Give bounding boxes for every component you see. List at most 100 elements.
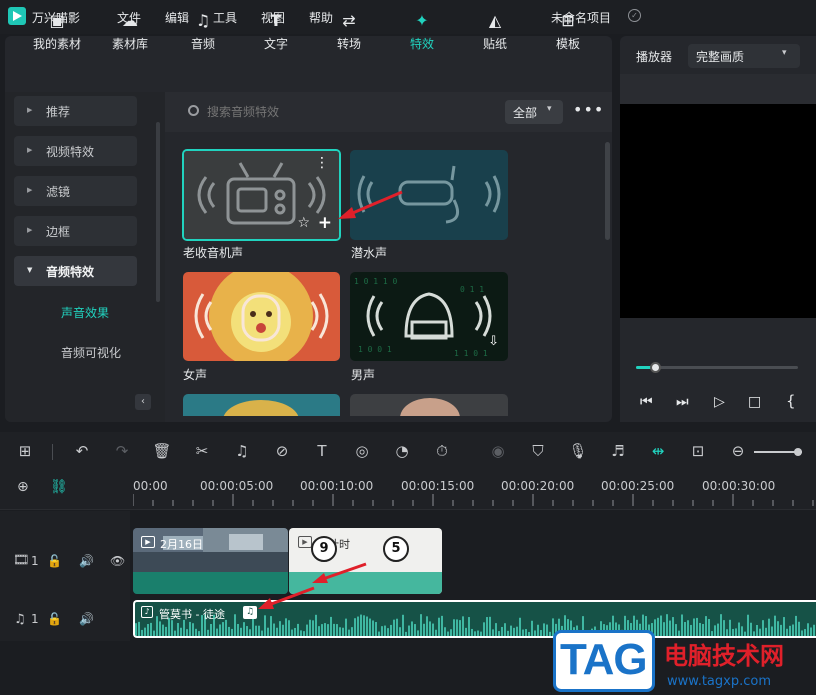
tick-label: 00:00 (133, 479, 168, 493)
link-icon[interactable]: ⛓ (50, 479, 68, 495)
play-icon[interactable]: ▷ (714, 394, 725, 410)
video-track-icon: 🎞 (13, 553, 30, 568)
mark-in-icon[interactable]: { (786, 392, 796, 410)
tab-my-media[interactable]: ▣ 我的素材 (26, 10, 88, 51)
zoom-slider-handle[interactable] (794, 448, 802, 456)
add-icon[interactable]: + (318, 213, 332, 233)
wave-bar (444, 627, 446, 636)
add-track-icon[interactable]: ⊕ (17, 479, 29, 495)
volume-icon[interactable]: 🔊 (79, 554, 94, 568)
timer-icon[interactable]: ◔ (392, 442, 412, 460)
wave-bar (150, 622, 152, 636)
render-icon[interactable]: ◉ (488, 442, 508, 460)
search-input[interactable] (207, 100, 457, 124)
scissors-icon[interactable]: ✂ (192, 442, 212, 460)
wave-bar (549, 631, 551, 636)
stopwatch-icon[interactable]: ⏱ (432, 442, 452, 460)
speed-icon[interactable]: ◎ (352, 442, 372, 460)
wave-bar (450, 629, 452, 636)
wave-bar (720, 614, 722, 636)
quality-dropdown[interactable]: 完整画质 ▾ (688, 44, 800, 68)
wave-bar (147, 624, 149, 636)
wave-bar (273, 623, 275, 636)
undo-icon[interactable]: ↶ (72, 442, 92, 460)
eye-icon[interactable]: 👁 (110, 554, 125, 568)
lock-icon[interactable]: 🔓 (47, 612, 62, 626)
microphone-icon[interactable]: 🎙 (568, 442, 588, 460)
effects-icon: ✦ (415, 11, 429, 30)
star-icon[interactable]: ☆ (297, 215, 310, 231)
category-recommend[interactable]: ▶ 推荐 (14, 96, 137, 126)
download-icon[interactable]: ⇩ (488, 334, 499, 349)
wave-bar (225, 619, 227, 636)
audio-mix-icon[interactable]: ♬ (608, 442, 628, 460)
wave-bar (339, 627, 341, 636)
volume-icon[interactable]: 🔊 (79, 612, 94, 626)
tab-sticker[interactable]: ◭ 贴纸 (464, 10, 526, 51)
wave-bar (534, 630, 536, 636)
category-borders[interactable]: ▶ 边框 (14, 216, 137, 246)
crop-icon[interactable]: ⊘ (272, 442, 292, 460)
effect-card-male-voice[interactable]: 1 0 1 1 0 0 1 1 1 0 0 1 1 1 0 1 ⇩ (350, 272, 508, 361)
wave-bar (462, 616, 464, 636)
category-video-effects[interactable]: ▶ 视频特效 (14, 136, 137, 166)
wave-bar (438, 617, 440, 636)
wave-bar (528, 631, 530, 636)
redo-icon[interactable]: ↷ (112, 442, 132, 460)
playhead-handle[interactable] (650, 362, 661, 373)
tick-label: 00:00:05:00 (200, 479, 274, 493)
category-audio-effects[interactable]: ▼ 音频特效 (14, 256, 137, 286)
effect-label-old-radio: 老收音机声 (183, 246, 244, 260)
wave-bar (291, 629, 293, 636)
more-vertical-icon[interactable]: ⋮ (315, 155, 329, 171)
layout-icon[interactable]: ⊞ (15, 442, 35, 460)
playback-progress-track[interactable] (636, 362, 798, 373)
wave-bar (813, 624, 815, 636)
content-scrollbar[interactable] (605, 142, 610, 240)
track-number: 1 (31, 612, 39, 626)
previous-frame-icon[interactable]: ⏮ (640, 394, 653, 410)
tab-audio[interactable]: ♫ 音频 (172, 10, 234, 51)
tab-template[interactable]: ⊞ 模板 (537, 10, 599, 51)
subcategory-sound-effects[interactable]: 声音效果 (61, 304, 109, 321)
wave-bar (792, 624, 794, 636)
sidebar-scrollbar[interactable] (156, 122, 160, 302)
marker-icon[interactable]: ⛉ (528, 442, 548, 460)
effect-card-partial-2[interactable] (350, 394, 508, 416)
wave-bar (795, 615, 797, 636)
tab-transition[interactable]: ⇄ 转场 (318, 10, 380, 51)
audio-split-icon[interactable]: ♫ (232, 442, 252, 460)
next-frame-icon[interactable]: ⏭ (676, 394, 689, 410)
stop-icon[interactable]: □ (748, 394, 761, 410)
collapse-sidebar-button[interactable]: ‹ (135, 394, 151, 410)
zoom-slider[interactable] (754, 448, 802, 456)
effect-card-female-voice[interactable] (183, 272, 340, 361)
effect-card-old-radio[interactable]: ⋮ ☆ + (182, 149, 341, 241)
wave-bar (468, 617, 470, 636)
delete-icon[interactable]: 🗑 (152, 442, 172, 460)
chevron-down-icon: ▼ (27, 266, 33, 274)
lock-icon[interactable]: 🔓 (47, 554, 62, 568)
filter-dropdown[interactable]: 全部 ▾ (505, 100, 563, 124)
tab-stock-media[interactable]: ☁ 素材库 (99, 10, 161, 51)
zoom-out-icon[interactable]: ⊖ (728, 442, 748, 460)
preview-canvas (620, 104, 816, 318)
fit-icon[interactable]: ⊡ (688, 442, 708, 460)
effect-card-partial-1[interactable] (183, 394, 340, 416)
wave-bar (228, 626, 230, 636)
more-options-icon[interactable]: ••• (573, 100, 604, 119)
tab-effects[interactable]: ✦ 特效 (391, 10, 453, 51)
wave-bar (324, 623, 326, 636)
wave-bar (156, 616, 158, 636)
effect-applied-icon[interactable]: ♫ (243, 606, 257, 619)
tab-text[interactable]: T 文字 (245, 10, 307, 51)
wave-bar (219, 624, 221, 636)
category-filters[interactable]: ▶ 滤镜 (14, 176, 137, 206)
wave-bar (135, 623, 137, 636)
text-tool-icon[interactable]: T (312, 442, 332, 460)
tick-label: 00:00:30:00 (702, 479, 776, 493)
thumbnail-shape (223, 400, 299, 416)
subcategory-audio-visualization[interactable]: 音频可视化 (61, 344, 121, 361)
snap-icon[interactable]: ⇹ (648, 442, 668, 460)
audio-clip[interactable]: ♪ 管莫书 - 徒途 ♫ (133, 600, 816, 638)
